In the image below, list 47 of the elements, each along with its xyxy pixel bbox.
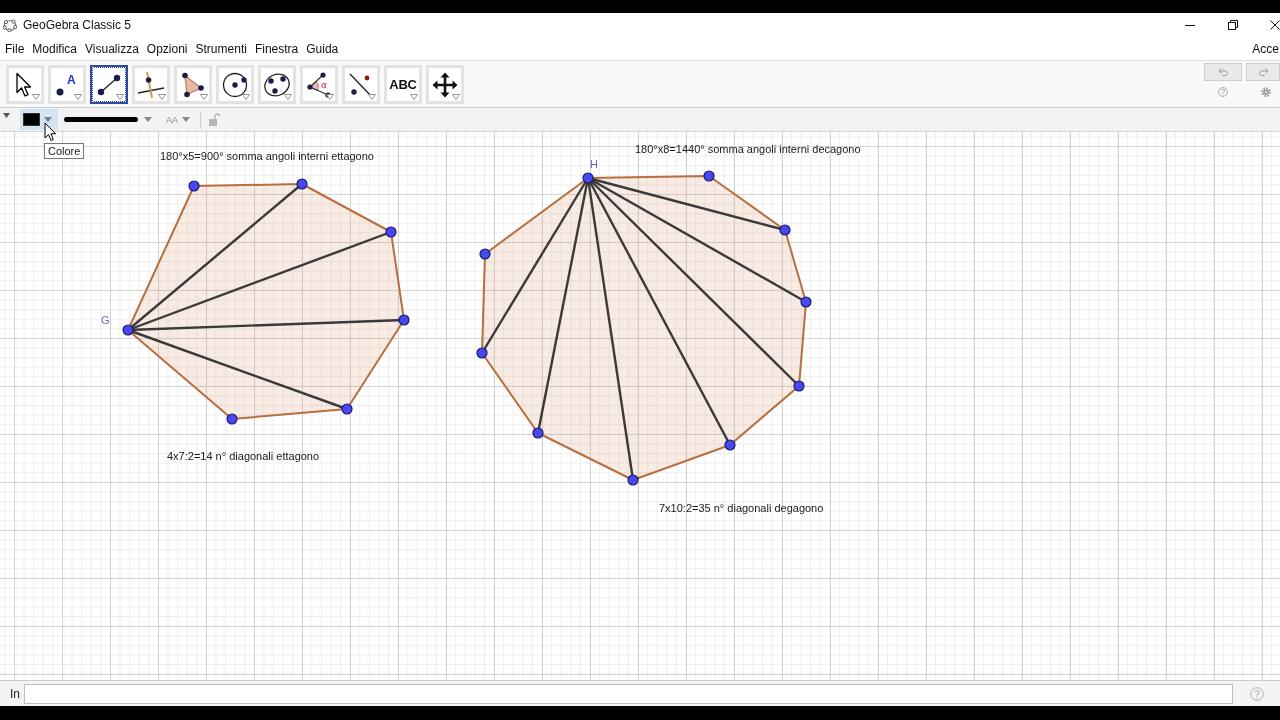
point-label: H [590,158,598,170]
dropdown-triangle-icon[interactable] [326,94,334,100]
perpendicular-line-icon [137,70,165,99]
close-icon [1270,20,1280,30]
canvas-text: 7x10:2=35 n° diagonali degagono [659,502,824,514]
color-swatch-icon [23,113,40,126]
collapse-triangle-icon[interactable] [3,113,10,118]
caret-icon [144,117,152,122]
app-logo-icon [3,18,17,32]
ellipse-icon [263,71,291,98]
redo-arrow-icon [1257,68,1269,76]
menu-item[interactable]: Guida [302,40,343,57]
menu-item[interactable]: Finestra [250,40,303,57]
tool-button[interactable]: α [300,65,338,104]
triangle-icon [181,71,205,98]
text-tool-button[interactable]: ABC [384,65,422,104]
canvas-text: 4x7:2=14 n° diagonali ettagono [167,450,320,462]
point-label: G [101,314,110,326]
settings-icon[interactable] [1261,87,1271,97]
tool-button[interactable]: A [48,65,86,104]
menu-item[interactable]: File [1,40,29,57]
four-arrows-icon [432,71,458,98]
undo-button[interactable] [1204,63,1242,81]
canvas-text: 180°x5=900° somma angoli interni ettagono [160,150,374,162]
menu-item[interactable]: Modifica [28,40,82,57]
menu-item[interactable]: Visualizza [81,40,143,57]
undo-arrow-icon [1217,68,1229,76]
help-icon[interactable] [1218,87,1228,97]
input-field[interactable] [24,683,1233,704]
padlock-icon[interactable] [209,113,220,126]
window-title: GeoGebra Classic 5 [23,18,132,32]
color-button[interactable] [20,109,58,130]
input-label: In [10,686,20,701]
tool-button[interactable] [90,65,128,104]
line-thickness-icon [64,117,138,122]
circle-icon [222,71,248,98]
help-icon[interactable] [1250,686,1264,701]
menu-item[interactable]: Strumenti [191,40,251,57]
segment-icon [97,73,121,96]
minimize-icon [1184,24,1195,26]
canvas-text: 180°x8=1440° somma angoli interni decagono [635,143,861,155]
menu-item[interactable]: Opzioni [142,40,192,57]
redo-button[interactable] [1246,63,1280,81]
restore-icon [1227,20,1238,30]
sign-in-link[interactable]: Acce [1252,41,1280,56]
caret-icon [182,117,190,122]
tooltip: Colore [44,143,85,159]
